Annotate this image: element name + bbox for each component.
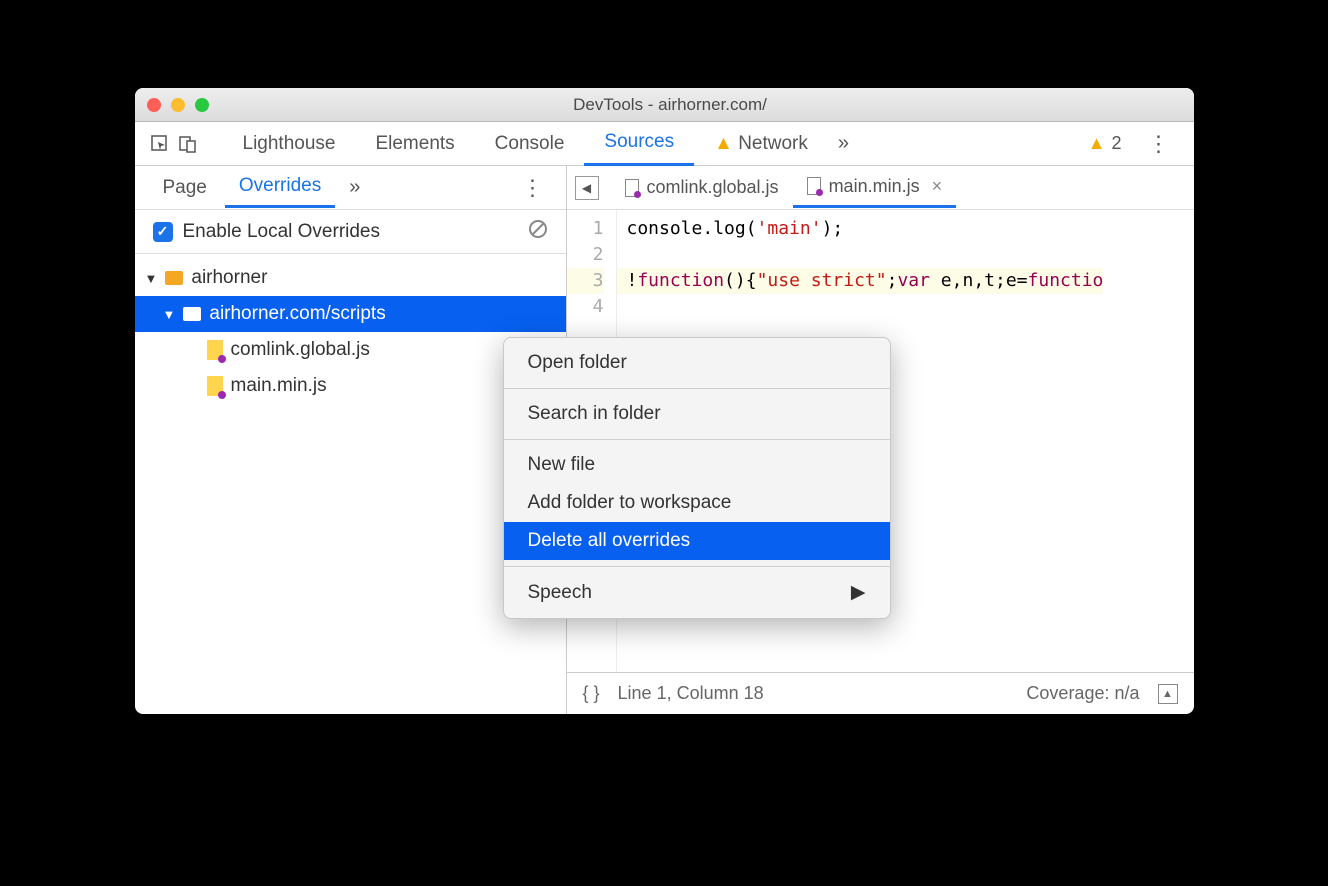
js-file-icon: [207, 376, 223, 396]
close-tab-icon[interactable]: ×: [932, 176, 943, 197]
sidebar-tabs: Page Overrides » ⋮: [135, 166, 566, 210]
tab-sources[interactable]: Sources: [584, 121, 694, 166]
panel-tabs: Lighthouse Elements Console Sources ▲ Ne…: [223, 121, 1072, 166]
tab-elements[interactable]: Elements: [355, 123, 474, 165]
navigate-back-icon[interactable]: ◀: [575, 176, 599, 200]
format-icon[interactable]: { }: [583, 683, 600, 704]
tab-console[interactable]: Console: [475, 123, 585, 165]
enable-overrides-checkbox[interactable]: ✓: [153, 222, 173, 242]
devtools-window: DevTools - airhorner.com/ Lighthouse Ele…: [135, 88, 1194, 714]
file-tree: ▼ airhorner ▼ airhorner.com/scripts coml…: [135, 254, 566, 714]
folder-icon: [183, 307, 201, 321]
js-file-icon: [207, 340, 223, 360]
collapse-icon[interactable]: ▲: [1158, 684, 1178, 704]
ctx-new-file[interactable]: New file: [504, 446, 890, 484]
sidebar-more-tabs-icon[interactable]: »: [339, 176, 370, 199]
enable-overrides-label: Enable Local Overrides: [183, 221, 381, 243]
settings-menu-icon[interactable]: ⋮: [1138, 131, 1180, 157]
warning-icon: ▲: [714, 133, 733, 154]
sidebar-menu-icon[interactable]: ⋮: [514, 175, 552, 201]
ctx-add-workspace[interactable]: Add folder to workspace: [504, 484, 890, 522]
tab-lighthouse[interactable]: Lighthouse: [223, 123, 356, 165]
editor-tabs: ◀ comlink.global.js main.min.js ×: [567, 166, 1194, 210]
folder-icon: [165, 271, 183, 285]
tree-file[interactable]: main.min.js: [135, 368, 566, 404]
file-icon: [625, 179, 639, 197]
tree-file[interactable]: comlink.global.js: [135, 332, 566, 368]
tree-folder-root[interactable]: ▼ airhorner: [135, 260, 566, 296]
file-icon: [807, 177, 821, 195]
window-title: DevTools - airhorner.com/: [159, 95, 1182, 115]
editor-statusbar: { } Line 1, Column 18 Coverage: n/a ▲: [567, 672, 1194, 714]
separator: [504, 439, 890, 440]
warning-icon: ▲: [1088, 133, 1106, 154]
ctx-speech[interactable]: Speech ▶: [504, 573, 890, 612]
sidebar-tab-overrides[interactable]: Overrides: [225, 167, 335, 208]
titlebar: DevTools - airhorner.com/: [135, 88, 1194, 122]
chevron-down-icon: ▼: [163, 307, 176, 322]
coverage-label: Coverage: n/a: [1026, 683, 1139, 704]
cursor-position: Line 1, Column 18: [618, 683, 764, 704]
device-toolbar-icon[interactable]: [177, 133, 199, 155]
tab-network[interactable]: ▲ Network: [694, 123, 828, 165]
inspect-element-icon[interactable]: [149, 133, 171, 155]
more-tabs-icon[interactable]: »: [828, 132, 859, 155]
overrides-options: ✓ Enable Local Overrides: [135, 210, 566, 254]
ctx-open-folder[interactable]: Open folder: [504, 344, 890, 382]
ctx-delete-overrides[interactable]: Delete all overrides: [504, 522, 890, 560]
sources-sidebar: Page Overrides » ⋮ ✓ Enable Local Overri…: [135, 166, 567, 714]
error-counter[interactable]: ▲ 2: [1078, 133, 1132, 154]
editor-tab[interactable]: comlink.global.js: [611, 169, 793, 206]
ctx-search-folder[interactable]: Search in folder: [504, 395, 890, 433]
editor-tab[interactable]: main.min.js ×: [793, 168, 957, 208]
clear-icon[interactable]: [528, 219, 548, 244]
main-toolbar: Lighthouse Elements Console Sources ▲ Ne…: [135, 122, 1194, 166]
context-menu: Open folder Search in folder New file Ad…: [503, 337, 891, 619]
tree-folder-scripts[interactable]: ▼ airhorner.com/scripts: [135, 296, 566, 332]
sidebar-tab-page[interactable]: Page: [149, 169, 221, 207]
submenu-arrow-icon: ▶: [851, 581, 866, 604]
separator: [504, 388, 890, 389]
chevron-down-icon: ▼: [145, 271, 158, 286]
separator: [504, 566, 890, 567]
